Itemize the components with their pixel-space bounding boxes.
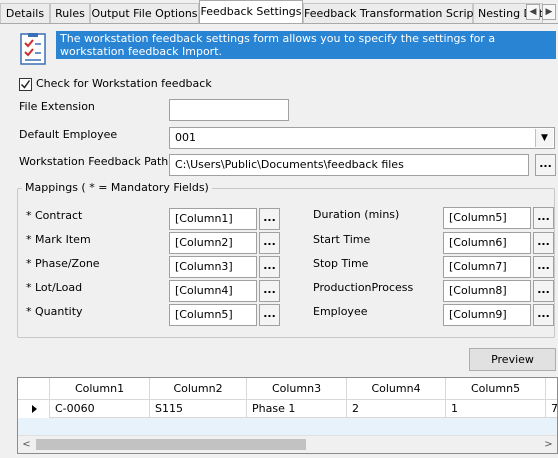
scroll-right-icon[interactable]: > <box>540 436 557 453</box>
table-cell[interactable]: S115 <box>150 400 247 418</box>
scroll-left-icon[interactable]: < <box>18 436 35 453</box>
mappings-title: Mappings ( * = Mandatory Fields) <box>22 181 212 194</box>
file-extension-input[interactable] <box>169 99 289 121</box>
tab-rules[interactable]: Rules <box>50 3 90 23</box>
checklist-icon <box>20 33 46 65</box>
chevron-down-icon[interactable]: ▼ <box>535 129 553 147</box>
mapping-stop-time-browse-button[interactable]: ... <box>533 256 554 278</box>
mapping-start-time-input[interactable]: [Column6] <box>443 232 531 254</box>
mapping-quantity-browse-button[interactable]: ... <box>259 304 280 326</box>
mapping-phase-zone-input[interactable]: [Column3] <box>169 256 257 278</box>
grid-column-header[interactable]: Column3 <box>247 378 347 400</box>
mapping-production-process-label: ProductionProcess <box>313 281 414 294</box>
mapping-lot-load-input[interactable]: [Column4] <box>169 280 257 302</box>
mapping-mark-item-label: * Mark Item <box>26 233 91 246</box>
grid-column-header[interactable]: Column4 <box>347 378 446 400</box>
mapping-quantity-label: * Quantity <box>26 305 83 318</box>
grid-column-header[interactable]: Column2 <box>150 378 247 400</box>
mapping-employee-input[interactable]: [Column9] <box>443 304 531 326</box>
mapping-contract-browse-button[interactable]: ... <box>259 208 280 230</box>
mapping-production-process-input[interactable]: [Column8] <box>443 280 531 302</box>
mapping-mark-item-input[interactable]: [Column2] <box>169 232 257 254</box>
feedback-path-browse-button[interactable]: ... <box>535 154 556 176</box>
tab-feedback-settings[interactable]: Feedback Settings <box>199 0 303 23</box>
tab-scroll-arrows: ◀ ▶ <box>526 4 556 20</box>
mapping-lot-load-browse-button[interactable]: ... <box>259 280 280 302</box>
mapping-employee-label: Employee <box>313 305 368 318</box>
grid-new-row[interactable] <box>18 418 557 435</box>
table-cell[interactable]: C-0060 <box>50 400 150 418</box>
default-employee-label: Default Employee <box>19 128 118 141</box>
mapping-contract-input[interactable]: [Column1] <box>169 208 257 230</box>
mapping-phase-zone-label: * Phase/Zone <box>26 257 100 270</box>
tab-scroll-right-button[interactable]: ▶ <box>542 4 556 20</box>
mapping-mark-item-browse-button[interactable]: ... <box>259 232 280 254</box>
tab-details[interactable]: Details <box>0 3 50 23</box>
table-cell[interactable]: 2 <box>347 400 446 418</box>
mapping-lot-load-label: * Lot/Load <box>26 281 83 294</box>
mapping-quantity-input[interactable]: [Column5] <box>169 304 257 326</box>
tab-strip: Details Rules Output File Options Feedba… <box>0 0 558 24</box>
info-banner: The workstation feedback settings form a… <box>56 31 556 59</box>
preview-grid: Column1 Column2 Column3 Column4 Column5 … <box>17 377 558 454</box>
grid-header: Column1 Column2 Column3 Column4 Column5 <box>18 378 557 400</box>
tab-feedback-transformation-script[interactable]: Feedback Transformation Script <box>303 3 478 23</box>
table-cell[interactable]: 7 <box>546 400 557 418</box>
mapping-duration-input[interactable]: [Column5] <box>443 207 531 229</box>
table-cell[interactable]: 1 <box>446 400 546 418</box>
checkmark-icon <box>20 80 31 89</box>
grid-column-header[interactable]: Column1 <box>50 378 150 400</box>
mapping-employee-browse-button[interactable]: ... <box>533 304 554 326</box>
feedback-path-input[interactable]: C:\Users\Public\Documents\feedback files <box>169 154 529 176</box>
preview-button[interactable]: Preview <box>469 348 556 371</box>
check-feedback-checkbox[interactable] <box>19 78 32 91</box>
mapping-phase-zone-browse-button[interactable]: ... <box>259 256 280 278</box>
file-extension-label: File Extension <box>19 100 95 113</box>
mapping-start-time-browse-button[interactable]: ... <box>533 232 554 254</box>
mapping-contract-label: * Contract <box>26 209 83 222</box>
table-cell[interactable]: Phase 1 <box>247 400 347 418</box>
row-indicator <box>18 400 50 418</box>
grid-column-header[interactable]: Column5 <box>446 378 546 400</box>
tab-output-file-options[interactable]: Output File Options <box>90 3 199 23</box>
mapping-stop-time-label: Stop Time <box>313 257 369 270</box>
tab-scroll-left-button[interactable]: ◀ <box>526 4 540 20</box>
mapping-start-time-label: Start Time <box>313 233 371 246</box>
grid-corner <box>18 378 50 400</box>
row-pointer-icon <box>32 405 37 413</box>
feedback-path-label: Workstation Feedback Path <box>19 155 169 168</box>
table-row[interactable]: C-0060 S115 Phase 1 2 1 7 <box>18 400 557 418</box>
mapping-duration-label: Duration (mins) <box>313 208 400 221</box>
mapping-stop-time-input[interactable]: [Column7] <box>443 256 531 278</box>
scrollbar-thumb[interactable] <box>36 439 306 450</box>
default-employee-value: 001 <box>175 131 196 144</box>
mapping-production-process-browse-button[interactable]: ... <box>533 280 554 302</box>
default-employee-combo[interactable]: 001 ▼ <box>169 127 555 149</box>
horizontal-scrollbar[interactable]: < > <box>18 435 557 453</box>
mapping-duration-browse-button[interactable]: ... <box>533 207 554 229</box>
check-feedback-label: Check for Workstation feedback <box>36 77 212 90</box>
grid-column-header-overflow <box>546 378 557 400</box>
